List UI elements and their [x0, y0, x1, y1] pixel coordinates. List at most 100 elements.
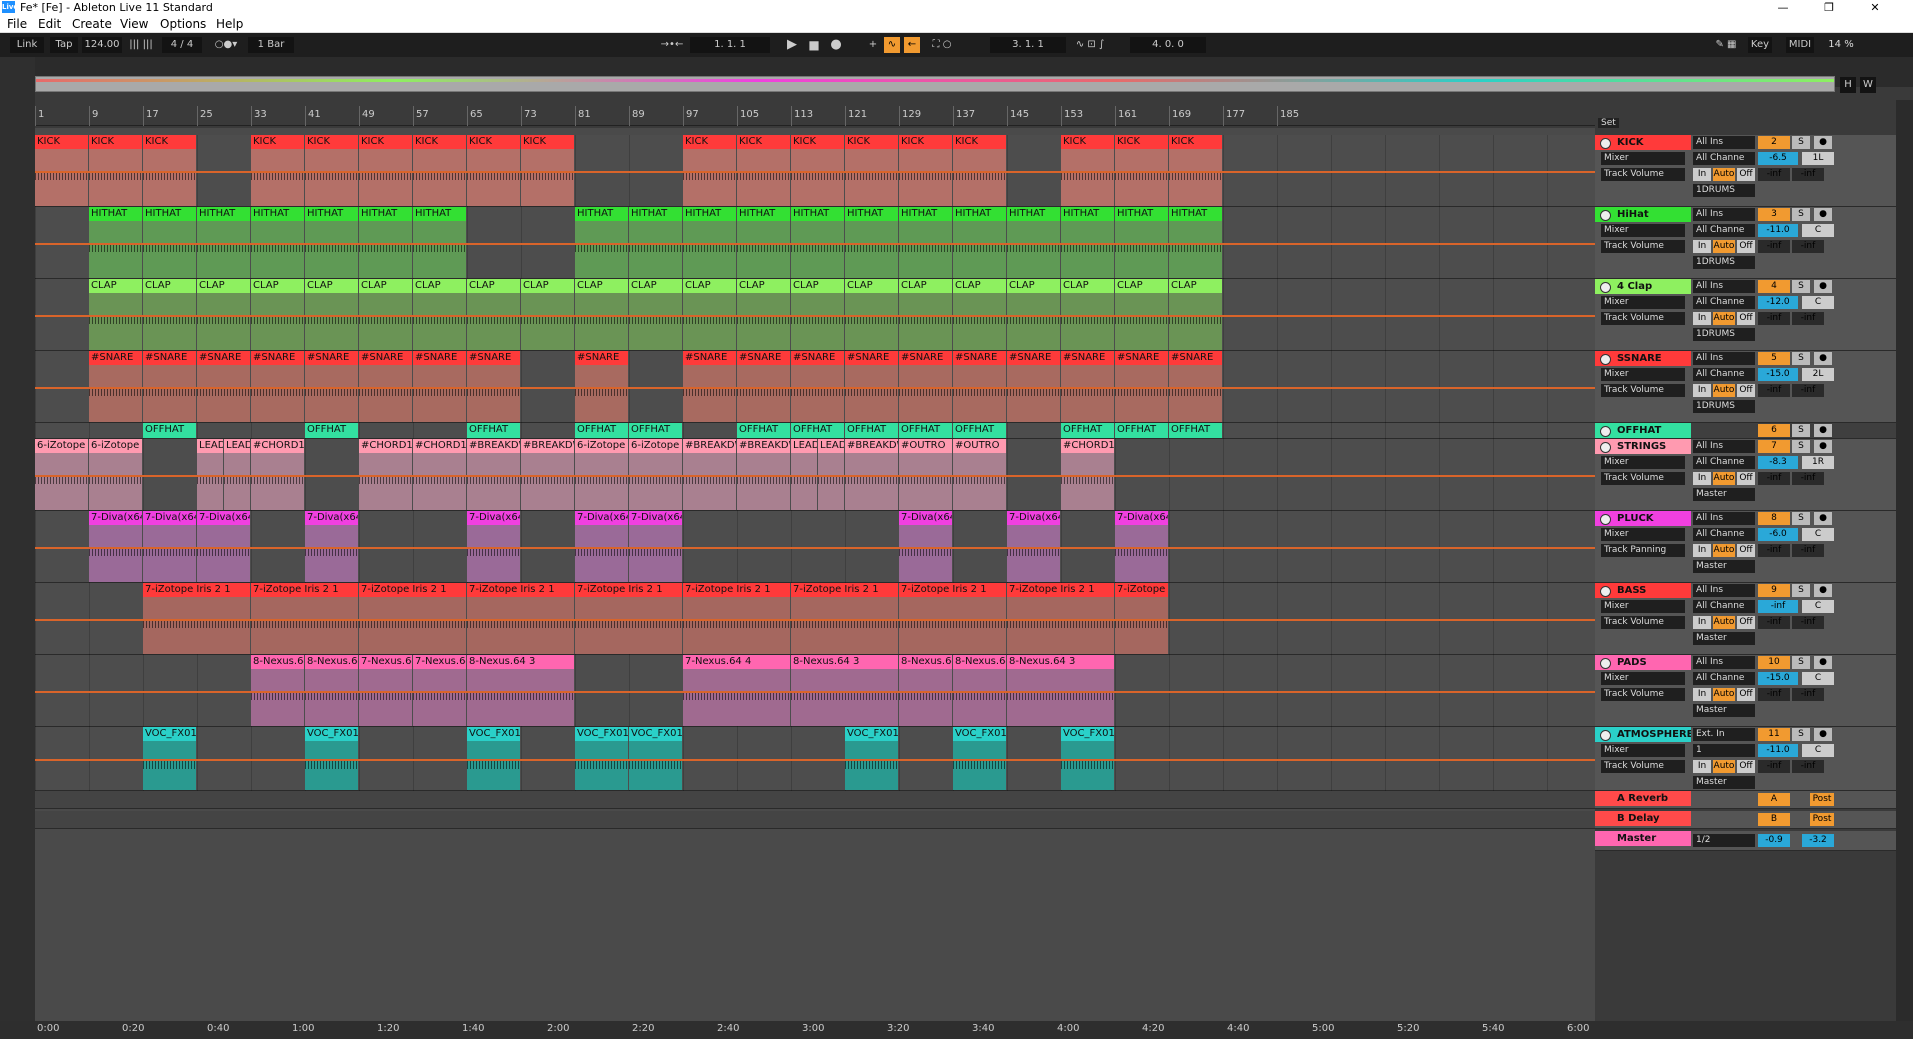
- pan-field[interactable]: C: [1802, 528, 1834, 541]
- audio-output-select[interactable]: Master: [1693, 560, 1755, 573]
- peak-right[interactable]: -inf: [1792, 760, 1824, 773]
- track-number[interactable]: 10: [1758, 656, 1790, 669]
- track-name[interactable]: PLUCK: [1595, 511, 1691, 526]
- track-number[interactable]: 2: [1758, 136, 1790, 149]
- solo-button[interactable]: S: [1792, 512, 1810, 525]
- device-chooser[interactable]: Mixer: [1601, 368, 1685, 381]
- arm-button[interactable]: ●: [1814, 512, 1832, 525]
- monitor-in-button[interactable]: In: [1693, 312, 1711, 325]
- peak-right[interactable]: -inf: [1792, 240, 1824, 253]
- track-name[interactable]: BASS: [1595, 583, 1691, 598]
- input-channel-select[interactable]: All Channe: [1693, 152, 1755, 165]
- master-track-header[interactable]: Master 1/2 -0.9 -3.2: [1595, 831, 1913, 851]
- peak-right[interactable]: -inf: [1792, 544, 1824, 557]
- automation-line[interactable]: [35, 759, 1595, 761]
- monitor-off-button[interactable]: Off: [1737, 760, 1755, 773]
- automation-arm-icon[interactable]: ∿: [884, 37, 900, 53]
- audio-output-select[interactable]: Master: [1693, 632, 1755, 645]
- loop-start-field[interactable]: 3. 1. 1: [990, 37, 1066, 53]
- track-name[interactable]: STRINGS: [1595, 439, 1691, 454]
- input-type-select[interactable]: All Ins: [1693, 440, 1755, 453]
- track-header[interactable]: HiHat 3 S ● All Ins Mixer All Channe -11.0 C Trac…: [1595, 207, 1913, 279]
- menu-options[interactable]: Options: [160, 17, 206, 31]
- arrangement-timeline[interactable]: KICK KICK KICK KICK KICK KICK KICK KICK KICK KICK…: [35, 128, 1595, 1021]
- pan-field[interactable]: C: [1802, 224, 1834, 237]
- automation-line[interactable]: [35, 243, 1595, 245]
- track-header[interactable]: BASS 9 S ● All Ins Mixer All Channe -inf C Track …: [1595, 583, 1913, 655]
- return-track-name[interactable]: A Reverb: [1595, 791, 1691, 806]
- monitor-in-button[interactable]: In: [1693, 544, 1711, 557]
- clip[interactable]: OFFHAT: [575, 423, 628, 438]
- overview-h-button[interactable]: H: [1840, 77, 1856, 93]
- peak-right[interactable]: -inf: [1792, 688, 1824, 701]
- track-activator-icon[interactable]: [1600, 442, 1611, 453]
- monitor-auto-button[interactable]: Auto: [1713, 312, 1735, 325]
- pan-field[interactable]: C: [1802, 600, 1834, 613]
- volume-field[interactable]: -15.0: [1758, 368, 1798, 381]
- track-header[interactable]: STRINGS 7 S ● All Ins Mixer All Channe -8.3 1R Tr…: [1595, 439, 1913, 511]
- input-type-select[interactable]: All Ins: [1693, 136, 1755, 149]
- tempo-field[interactable]: 124.00: [82, 37, 122, 53]
- arm-button[interactable]: ●: [1814, 280, 1832, 293]
- clip[interactable]: OFFHAT: [845, 423, 898, 438]
- track-number[interactable]: 3: [1758, 208, 1790, 221]
- peak-right[interactable]: -inf: [1792, 312, 1824, 325]
- menu-help[interactable]: Help: [216, 17, 243, 31]
- automation-param-chooser[interactable]: Track Volume: [1601, 384, 1685, 397]
- back-to-arrangement-icon[interactable]: ←: [904, 37, 920, 53]
- nudge-icon[interactable]: ||| |||: [126, 37, 156, 53]
- pan-field[interactable]: 1L: [1802, 152, 1834, 165]
- master-output-select[interactable]: 1/2: [1693, 834, 1755, 847]
- input-channel-select[interactable]: All Channe: [1693, 456, 1755, 469]
- track-activator-icon[interactable]: [1600, 282, 1611, 293]
- link-button[interactable]: Link: [10, 37, 44, 53]
- volume-field[interactable]: -11.0: [1758, 224, 1798, 237]
- monitor-in-button[interactable]: In: [1693, 760, 1711, 773]
- track-number[interactable]: 5: [1758, 352, 1790, 365]
- track-lane[interactable]: #SNARE #SNARE #SNARE #SNARE #SNARE #SNARE #SNA…: [35, 351, 1595, 423]
- track-lane[interactable]: 7-iZotope Iris 2 1 7-iZotope Iris 2 1 7-iZ…: [35, 583, 1595, 655]
- device-chooser[interactable]: Mixer: [1601, 744, 1685, 757]
- peak-left[interactable]: -inf: [1758, 760, 1790, 773]
- clip[interactable]: OFFHAT: [953, 423, 1006, 438]
- monitor-off-button[interactable]: Off: [1737, 616, 1755, 629]
- return-track-header[interactable]: A Reverb A Post: [1595, 791, 1913, 809]
- clip[interactable]: OFFHAT: [1115, 423, 1168, 438]
- monitor-off-button[interactable]: Off: [1737, 384, 1755, 397]
- input-channel-select[interactable]: 1: [1693, 744, 1755, 757]
- monitor-auto-button[interactable]: Auto: [1713, 616, 1735, 629]
- track-activator-icon[interactable]: [1600, 658, 1611, 669]
- track-header[interactable]: 4 Clap 4 S ● All Ins Mixer All Channe -12.0 C Tra…: [1595, 279, 1913, 351]
- peak-left[interactable]: -inf: [1758, 312, 1790, 325]
- arm-button[interactable]: ●: [1814, 584, 1832, 597]
- close-button[interactable]: ✕: [1852, 0, 1898, 15]
- time-signature-field[interactable]: 4 / 4: [162, 37, 202, 53]
- monitor-in-button[interactable]: In: [1693, 472, 1711, 485]
- return-chip[interactable]: B: [1758, 813, 1790, 826]
- input-type-select[interactable]: All Ins: [1693, 208, 1755, 221]
- arm-button[interactable]: ●: [1814, 352, 1832, 365]
- track-header[interactable]: SSNARE 5 S ● All Ins Mixer All Channe -15.0 2L Tr…: [1595, 351, 1913, 423]
- track-lane[interactable]: OFFHAT OFFHAT OFFHAT OFFHAT OFFHAT OFFHAT OFFH…: [35, 423, 1595, 439]
- set-locator-label[interactable]: Set: [1598, 118, 1619, 128]
- solo-button[interactable]: S: [1792, 584, 1810, 597]
- track-activator-icon[interactable]: [1600, 210, 1611, 221]
- monitor-off-button[interactable]: Off: [1737, 240, 1755, 253]
- audio-output-select[interactable]: 1DRUMS: [1693, 184, 1755, 197]
- solo-button[interactable]: S: [1792, 424, 1810, 437]
- post-button[interactable]: Post: [1810, 813, 1834, 826]
- clip[interactable]: OFFHAT: [1061, 423, 1114, 438]
- clip[interactable]: OFFHAT: [467, 423, 520, 438]
- monitor-auto-button[interactable]: Auto: [1713, 544, 1735, 557]
- monitor-auto-button[interactable]: Auto: [1713, 760, 1735, 773]
- peak-left[interactable]: -inf: [1758, 616, 1790, 629]
- track-name[interactable]: 4 Clap: [1595, 279, 1691, 294]
- input-type-select[interactable]: All Ins: [1693, 584, 1755, 597]
- input-channel-select[interactable]: All Channe: [1693, 368, 1755, 381]
- track-activator-icon[interactable]: [1600, 730, 1611, 741]
- track-name[interactable]: SSNARE: [1595, 351, 1691, 366]
- clip[interactable]: OFFHAT: [143, 423, 196, 438]
- play-button[interactable]: ▶: [784, 37, 800, 53]
- automation-param-chooser[interactable]: Track Volume: [1601, 688, 1685, 701]
- volume-field[interactable]: -6.0: [1758, 528, 1798, 541]
